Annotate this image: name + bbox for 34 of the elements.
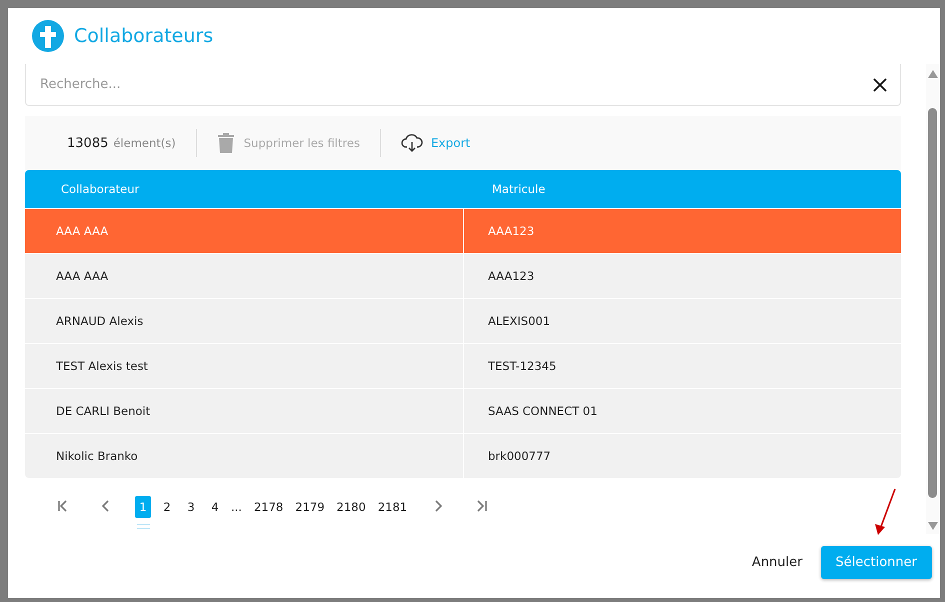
search-field[interactable]: Recherche...	[25, 64, 901, 106]
close-icon[interactable]	[873, 78, 887, 92]
table-cell-text: AAA AAA	[55, 268, 110, 285]
table-cell-text: DE CARLI Benoit	[55, 403, 152, 420]
table-row[interactable]: TEST Alexis test TEST-12345	[25, 343, 901, 388]
page-button[interactable]: 4	[207, 496, 223, 518]
table-row[interactable]: AAA AAA AAA123	[25, 253, 901, 298]
annotation-arrow	[874, 488, 898, 536]
page-button[interactable]: 2	[159, 496, 175, 518]
dialog-title: Collaborateurs	[74, 25, 214, 47]
page-button[interactable]: 2178	[252, 496, 286, 518]
table-cell-text: Nikolic Branko	[55, 448, 139, 465]
logo-icon	[32, 20, 64, 52]
table-row[interactable]: Nikolic Branko brk000777	[25, 433, 901, 478]
count-label: élement(s)	[113, 136, 176, 150]
table-cell-text: AAA AAA	[55, 223, 110, 240]
table-cell: brk000777	[463, 434, 901, 478]
page-ellipsis: ...	[231, 499, 242, 516]
cancel-button[interactable]: Annuler	[746, 554, 808, 570]
table-cell-text: ARNAUD Alexis	[55, 313, 144, 330]
cloud-download-icon	[400, 134, 423, 152]
page-button[interactable]: 2181	[376, 496, 410, 518]
page-indicator	[136, 524, 150, 529]
page-button[interactable]: 3	[183, 496, 199, 518]
page-button[interactable]: 2179	[293, 496, 327, 518]
trash-icon	[216, 132, 235, 154]
table-row[interactable]: ARNAUD Alexis ALEXIS001	[25, 298, 901, 343]
page-button[interactable]: 2180	[334, 496, 368, 518]
scrollbar[interactable]	[926, 64, 940, 534]
scroll-up-icon[interactable]	[928, 70, 938, 78]
table-cell-text: TEST Alexis test	[55, 358, 149, 375]
table-row[interactable]: DE CARLI Benoit SAAS CONNECT 01	[25, 388, 901, 433]
scroll-down-icon[interactable]	[928, 522, 938, 530]
item-count: 13085	[67, 136, 108, 150]
